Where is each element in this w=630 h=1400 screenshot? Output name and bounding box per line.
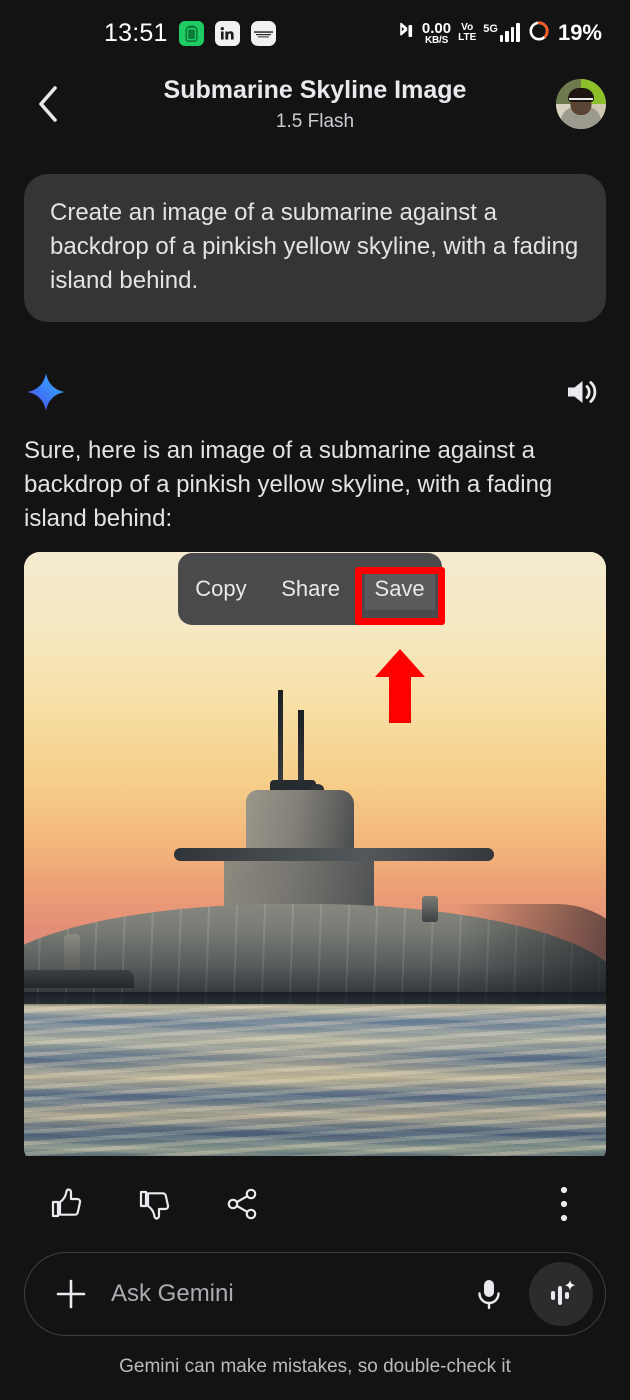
signal-bars-icon xyxy=(499,23,520,42)
bluetooth-glyph xyxy=(400,22,413,37)
share-button[interactable] xyxy=(220,1182,264,1226)
battery-percent-label: 19% xyxy=(557,20,602,45)
battery-app-icon xyxy=(178,20,204,46)
network-speed-value: 0.00 xyxy=(421,19,452,37)
input-bar-wrapper xyxy=(0,1252,630,1336)
conversation-area: Create an image of a submarine against a… xyxy=(0,142,630,1156)
status-bar-left: 13:51 xyxy=(104,19,276,48)
phone-screen: 13:51 0.00 KB/S Vo LTE 5G 19% Submarine … xyxy=(0,0,630,1400)
thumb-up-button[interactable] xyxy=(44,1182,88,1226)
page-title: Submarine Skyline Image xyxy=(163,76,467,105)
response-action-bar xyxy=(0,1156,630,1252)
user-prompt-text: Create an image of a submarine against a… xyxy=(50,199,579,295)
gemini-sparkle-glyph xyxy=(27,373,65,412)
wallet-glyph xyxy=(253,30,273,37)
volte-indicator: Vo LTE xyxy=(458,22,477,44)
model-name-label: 1.5 Flash xyxy=(275,110,355,132)
more-options-button[interactable] xyxy=(542,1182,586,1226)
image-sub-waterline xyxy=(24,992,606,1007)
status-clock: 13:51 xyxy=(104,18,168,47)
linkedin-glyph xyxy=(220,26,234,39)
context-menu-item-share[interactable]: Share xyxy=(271,568,350,610)
network-speed-indicator: 0.00 KB/S xyxy=(422,21,451,46)
add-attachment-button[interactable] xyxy=(47,1270,95,1318)
context-menu[interactable]: Copy Share Save xyxy=(178,553,442,625)
thumb-down-icon xyxy=(139,1190,170,1220)
more-vertical-icon xyxy=(560,1186,568,1222)
image-sub-deck-fitting xyxy=(422,896,438,923)
gemini-live-button[interactable] xyxy=(529,1262,593,1326)
avatar[interactable] xyxy=(556,79,606,129)
model-response-header xyxy=(24,364,606,420)
context-menu-item-save[interactable]: Save xyxy=(364,568,435,610)
disclaimer-text: Gemini can make mistakes, so double-chec… xyxy=(119,1356,511,1377)
battery-ring-glyph xyxy=(529,20,549,40)
battery-ring-icon xyxy=(527,19,551,48)
network-type-label: 5G xyxy=(483,23,498,35)
image-sub-dive-plane xyxy=(174,848,494,862)
plus-icon xyxy=(56,1279,86,1309)
search-input[interactable] xyxy=(111,1280,449,1308)
image-sub-bow-shadow xyxy=(456,904,606,1005)
signal-indicator: 5G xyxy=(483,23,520,42)
share-icon xyxy=(227,1188,257,1220)
chevron-left-icon xyxy=(39,86,57,122)
avatar-glasses xyxy=(569,98,593,103)
wallet-icon xyxy=(250,20,276,46)
thumb-down-button[interactable] xyxy=(132,1182,176,1226)
header-title-group: Submarine Skyline Image 1.5 Flash xyxy=(0,75,630,132)
gemini-sparkle-icon xyxy=(24,370,68,414)
model-response-text: Sure, here is an image of a submarine ag… xyxy=(24,437,553,533)
app-header: Submarine Skyline Image 1.5 Flash xyxy=(0,66,630,142)
speaker-button[interactable] xyxy=(560,369,606,415)
user-message-bubble: Create an image of a submarine against a… xyxy=(24,174,606,323)
network-speed-unit: KB/S xyxy=(424,34,449,46)
image-sub-stern xyxy=(24,970,134,989)
linkedin-icon xyxy=(214,20,240,46)
context-menu-item-copy[interactable]: Copy xyxy=(185,568,256,610)
microphone-button[interactable] xyxy=(465,1270,513,1318)
volte-line2: LTE xyxy=(458,32,477,43)
generated-image[interactable] xyxy=(24,552,606,1156)
back-button[interactable] xyxy=(24,80,72,128)
thumb-up-icon xyxy=(51,1188,82,1218)
speaker-icon xyxy=(568,381,597,404)
input-bar[interactable] xyxy=(24,1252,606,1336)
gemini-live-icon xyxy=(551,1280,576,1305)
battery-glyph xyxy=(184,25,198,42)
status-bar: 13:51 0.00 KB/S Vo LTE 5G 19% xyxy=(0,0,630,66)
bluetooth-icon xyxy=(393,20,415,47)
microphone-icon xyxy=(478,1280,500,1310)
status-bar-right: 0.00 KB/S Vo LTE 5G 19% xyxy=(393,19,602,48)
